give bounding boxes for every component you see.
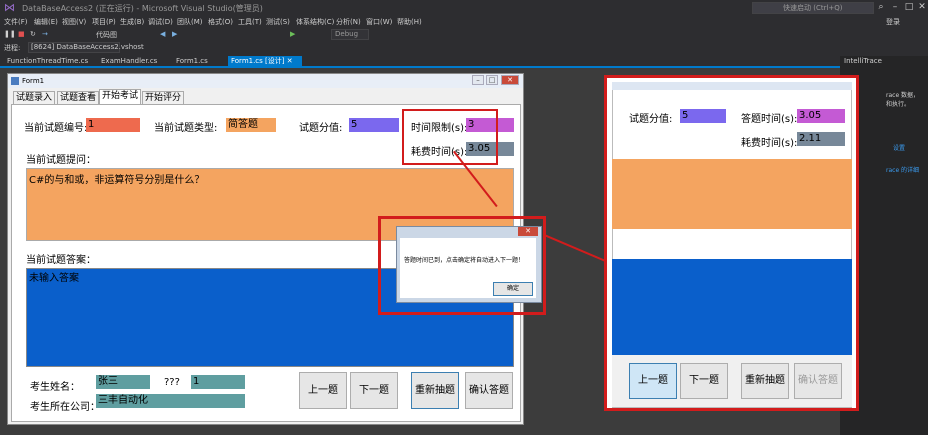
form-minimize-icon[interactable]: – (472, 75, 484, 85)
zoom-next-button[interactable]: 下一题 (680, 363, 728, 399)
tab-question-entry[interactable]: 试题录入 (13, 91, 56, 104)
menu-item-file[interactable]: 文件(F) (4, 17, 28, 27)
menu-item-help[interactable]: 帮助(H) (397, 17, 422, 27)
intellitrace-text: race 数据， (886, 92, 920, 99)
menu-item-analyze[interactable]: 分析(N) (336, 17, 361, 27)
answer-label: 当前试题答案： (26, 255, 96, 266)
form-icon (11, 77, 19, 85)
close-icon[interactable]: ✕ (915, 1, 928, 14)
dialog-ok-button[interactable]: 确定 (493, 282, 533, 296)
navigate-forward-icon[interactable]: ▶ (172, 30, 177, 38)
menu-item-edit[interactable]: 编辑(E) (34, 17, 58, 27)
intellitrace-details-link[interactable]: race 的详细 (886, 165, 919, 174)
visual-studio-logo-icon: ⋈ (4, 1, 15, 14)
dialog-close-icon[interactable]: ✕ (518, 227, 538, 236)
zoom-time-used-field: 2.11 (797, 132, 845, 146)
menu-item-format[interactable]: 格式(O) (208, 17, 233, 27)
dialog-message: 答题时间已到，点击确定将自动进入下一题！ (404, 257, 525, 264)
menu-item-window[interactable]: 窗口(W) (366, 17, 392, 27)
search-icon[interactable]: ⌕ (874, 1, 888, 14)
menu-item-build[interactable]: 生成(B) (120, 17, 144, 27)
login-link[interactable]: 登录 (886, 17, 900, 27)
process-label: 进程: (4, 44, 21, 52)
zoom-answer-time-label: 答题时间(s): (741, 114, 798, 125)
next-question-button[interactable]: 下一题 (350, 372, 398, 409)
toolbar (0, 28, 928, 42)
minimize-icon[interactable]: – (888, 1, 902, 14)
zoom-answer-time-field: 3.05 (797, 109, 845, 123)
tab-start-exam[interactable]: 开始考试 (99, 89, 142, 104)
restart-icon[interactable]: ↻ (30, 30, 36, 38)
zoom-time-used-label: 耗费时间(s): (741, 138, 798, 149)
tab-start-grading[interactable]: 开始评分 (142, 91, 185, 104)
form1-title-bar (8, 74, 523, 88)
candidate-name-label: 考生姓名： (30, 382, 80, 393)
menu-item-test[interactable]: 测试(S) (266, 17, 290, 27)
form1-title: Form1 (22, 77, 45, 85)
solution-config-select[interactable]: Debug (331, 29, 369, 40)
stop-icon[interactable]: ■ (18, 30, 25, 38)
process-select[interactable]: [8624] DataBaseAccess2.vshost (28, 42, 144, 53)
score-field: 5 (349, 118, 399, 132)
tab-function-thread-time[interactable]: FunctionThreadTime.cs (4, 56, 91, 66)
quick-launch-input[interactable]: 快速启动 (Ctrl+Q) (752, 2, 874, 14)
intellitrace-title: IntelliTrace (844, 57, 882, 65)
app-title: DataBaseAccess2 (正在运行) - Microsoft Visua… (22, 4, 263, 13)
candidate-name-field: 张三 (96, 375, 150, 389)
company-field: 三丰自动化 (96, 394, 245, 408)
tab-form1-cs[interactable]: Form1.cs (173, 56, 211, 66)
intellitrace-settings-link[interactable]: 设置 (893, 143, 905, 152)
highlight-box (402, 109, 498, 165)
unknown-label: ??? (164, 377, 180, 388)
question-label: 当前试题提问： (26, 155, 96, 166)
prev-question-button[interactable]: 上一题 (299, 372, 347, 409)
score-label: 试题分值: (299, 123, 343, 134)
menu-item-architecture[interactable]: 体系结构(C) (296, 17, 334, 27)
zoom-score-field: 5 (680, 109, 726, 123)
zoom-redraw-button[interactable]: 重新抽题 (741, 363, 789, 399)
menu-item-project[interactable]: 项目(P) (92, 17, 116, 27)
zoom-confirm-button[interactable]: 确认答题 (794, 363, 842, 399)
maximize-icon[interactable]: □ (902, 1, 916, 14)
continue-icon[interactable]: ▶ (290, 30, 295, 38)
menu-item-tools[interactable]: 工具(T) (238, 17, 262, 27)
question-id-field: 1 (86, 118, 140, 132)
tab-question-view[interactable]: 试题查看 (57, 91, 100, 104)
question-type-field: 简答题 (226, 118, 276, 132)
pause-icon[interactable]: ❚❚ (4, 30, 16, 38)
question-id-label: 当前试题编号: (24, 123, 88, 134)
unknown-field: 1 (191, 375, 245, 389)
form-maximize-icon[interactable]: □ (486, 75, 498, 85)
tab-form1-designer[interactable]: Form1.cs [设计] ✕ (228, 56, 302, 66)
question-type-label: 当前试题类型: (154, 123, 218, 134)
tab-exam-handler[interactable]: ExamHandler.cs (98, 56, 160, 66)
zoom-question-box (612, 159, 852, 229)
code-map-button[interactable]: 代码图 (96, 30, 117, 40)
zoomed-form-top (612, 82, 852, 90)
navigate-back-icon[interactable]: ◀ (160, 30, 165, 38)
confirm-answer-button[interactable]: 确认答题 (465, 372, 513, 409)
zoom-prev-button[interactable]: 上一题 (629, 363, 677, 399)
menu-item-view[interactable]: 视图(V) (62, 17, 86, 27)
redraw-question-button[interactable]: 重新抽题 (411, 372, 459, 409)
company-label: 考生所在公司： (30, 402, 100, 413)
step-into-icon[interactable]: → (42, 30, 48, 38)
intellitrace-text: 和执行。 (886, 101, 911, 108)
menu-item-team[interactable]: 团队(M) (177, 17, 203, 27)
tab-form1-designer-label: Form1.cs [设计] (231, 57, 285, 65)
menu-item-debug[interactable]: 调试(D) (148, 17, 173, 27)
zoom-score-label: 试题分值: (629, 114, 673, 125)
form-close-icon[interactable]: ✕ (501, 75, 519, 85)
zoom-answer-box (612, 259, 852, 355)
